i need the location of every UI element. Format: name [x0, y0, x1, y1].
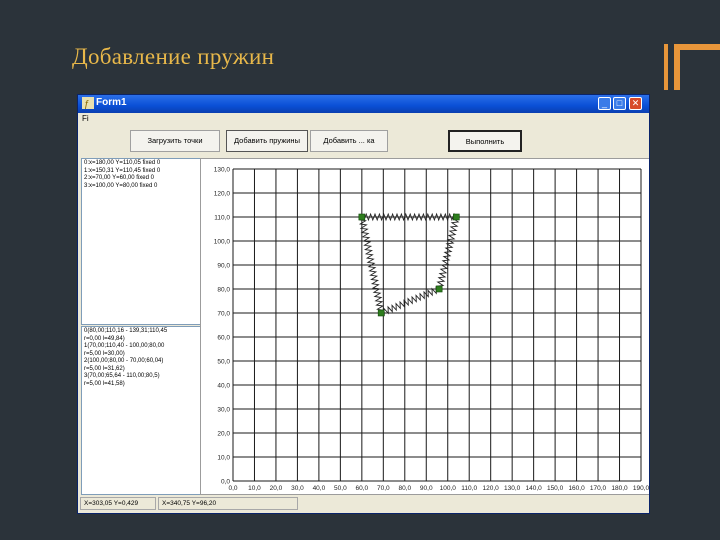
- x-tick-label: 70,0: [377, 485, 390, 492]
- memo-line: 1:x=150,31 Y=110,45 fixed 0: [84, 167, 161, 174]
- slide-title: Добавление пружин: [72, 44, 275, 69]
- close-button[interactable]: ✕: [629, 97, 642, 110]
- data-point: [435, 285, 443, 293]
- y-tick-label: 70,0: [217, 311, 230, 318]
- add-springs-button[interactable]: Добавить пружины: [226, 130, 308, 152]
- x-tick-label: 60,0: [356, 485, 369, 492]
- minimize-button[interactable]: _: [598, 97, 611, 110]
- y-tick-label: 80,0: [217, 287, 230, 294]
- x-tick-label: 40,0: [313, 485, 326, 492]
- memo-line: 0:x=180,00 Y=110,05 fixed 0: [84, 160, 161, 166]
- memo-line: 1(70,00;110,40 - 100,00;80,00: [84, 343, 165, 349]
- memo-line: 0(80,00;110,16 - 139,31;110,45: [84, 328, 168, 334]
- y-tick-label: 130,0: [214, 167, 231, 174]
- menu-bar: Fi: [78, 113, 649, 125]
- memo-line: r=5,00 l=41,58): [84, 380, 125, 387]
- status-bar: X=303,05 Y=0,429 X=340,75 Y=96,20: [78, 495, 649, 513]
- data-point: [453, 213, 460, 221]
- decorative-bar: [664, 44, 668, 90]
- load-points-button[interactable]: Загрузить точки: [130, 130, 220, 152]
- x-tick-label: 90,0: [420, 485, 433, 492]
- plot-area[interactable]: 0,0 10,0 20,0 30,0 40,0 50,0 60,0 70,0 80,0 90,0 1…: [200, 158, 650, 496]
- memo-line: 3:x=100,00 Y=80,00 fixed 0: [84, 182, 158, 189]
- title-bar[interactable]: ƒ Form1 _ □ ✕: [78, 95, 649, 113]
- window-title: Form1: [96, 97, 127, 108]
- points-memo[interactable]: 0:x=180,00 Y=110,05 fixed 0 1:x=150,31 Y=…: [81, 158, 202, 325]
- memo-line: r=5,00 l=31,62): [84, 365, 125, 372]
- x-tick-label: 180,0: [611, 485, 628, 492]
- y-tick-label: 10,0: [217, 455, 230, 462]
- menu-item-file[interactable]: Fi: [82, 114, 89, 123]
- plot-canvas[interactable]: 0,0 10,0 20,0 30,0 40,0 50,0 60,0 70,0 80,0 90,0 1…: [201, 159, 650, 496]
- y-tick-label: 30,0: [217, 407, 230, 414]
- y-tick-label: 0,0: [221, 479, 230, 486]
- decorative-box-inner: [680, 50, 720, 90]
- y-tick-label: 120,0: [214, 191, 231, 198]
- execute-button[interactable]: Выполнить: [448, 130, 522, 152]
- y-tick-label: 20,0: [217, 431, 230, 438]
- y-tick-label: 60,0: [217, 335, 230, 342]
- data-point: [377, 309, 385, 317]
- springs-memo[interactable]: 0(80,00;110,16 - 139,31;110,45 r=0,00 l=4…: [81, 326, 202, 495]
- memo-line: r=5,00 l=30,00): [84, 350, 125, 357]
- x-tick-label: 80,0: [398, 485, 411, 492]
- x-tick-label: 150,0: [547, 485, 564, 492]
- x-tick-label: 120,0: [483, 485, 500, 492]
- memo-line: r=0,00 l=49,84): [84, 335, 125, 342]
- add-third-button[interactable]: Добавить ... ка: [310, 130, 388, 152]
- y-tick-label: 110,0: [214, 215, 230, 222]
- memo-line: 2(100,00;80,00 - 70,00;60,04): [84, 358, 164, 364]
- spring-line: [361, 212, 457, 222]
- x-tick-label: 170,0: [590, 485, 607, 492]
- x-tick-label: 190,0: [633, 485, 650, 492]
- x-tick-label: 20,0: [270, 485, 283, 492]
- app-icon: ƒ: [82, 97, 94, 109]
- x-tick-label: 140,0: [525, 485, 542, 492]
- x-tick-label: 110,0: [461, 485, 477, 492]
- maximize-button[interactable]: □: [613, 97, 626, 110]
- x-tick-label: 0,0: [228, 485, 237, 492]
- x-tick-label: 30,0: [291, 485, 304, 492]
- svg-text:ƒ: ƒ: [84, 99, 90, 109]
- y-tick-label: 90,0: [217, 263, 230, 270]
- x-tick-label: 160,0: [568, 485, 585, 492]
- y-tick-label: 100,0: [214, 239, 231, 246]
- status-right: X=340,75 Y=96,20: [158, 497, 298, 510]
- spring-line: [380, 286, 440, 316]
- memo-line: 3(70,00;65,64 - 110,00;80,5): [84, 373, 160, 379]
- x-tick-label: 130,0: [504, 485, 521, 492]
- status-left: X=303,05 Y=0,429: [80, 497, 156, 510]
- x-tick-label: 10,0: [248, 485, 261, 492]
- x-tick-label: 50,0: [334, 485, 347, 492]
- y-tick-label: 40,0: [217, 383, 230, 390]
- toolbar: Загрузить точки Добавить пружины Добавит…: [78, 126, 649, 156]
- y-tick-label: 50,0: [217, 359, 230, 366]
- x-tick-label: 100,0: [440, 485, 457, 492]
- app-window: ƒ Form1 _ □ ✕ Fi Загрузить точки Добавит…: [77, 94, 650, 514]
- memo-line: 2:x=70,00 Y=60,00 fixed 0: [84, 175, 154, 181]
- data-point: [358, 213, 366, 221]
